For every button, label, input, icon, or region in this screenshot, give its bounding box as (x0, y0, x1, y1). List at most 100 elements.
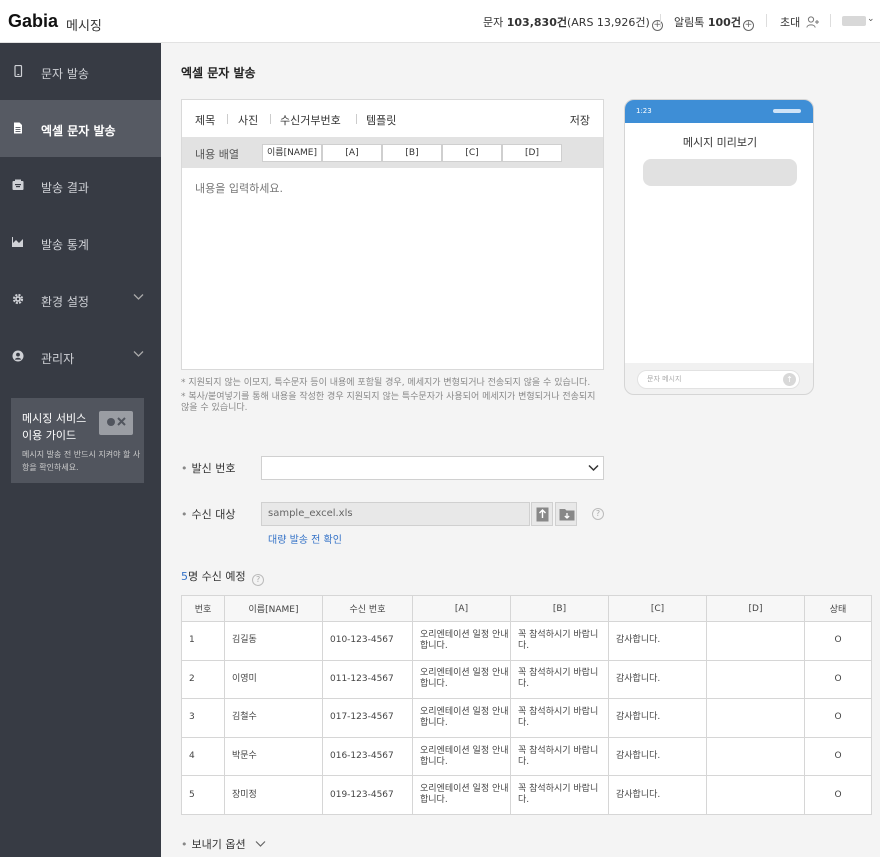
header-divider (830, 14, 831, 27)
sidebar-item-excel-sms[interactable]: 엑셀 문자 발송 (0, 100, 161, 157)
cell-name: 김철수 (224, 698, 323, 738)
cell-number: 2 (181, 659, 225, 700)
user-account-avatar[interactable] (842, 16, 866, 26)
cell-d (706, 775, 805, 815)
sms-charge-plus-icon[interactable]: + (651, 20, 663, 31)
cell-status: O (804, 698, 872, 738)
variable-bar: 내용 배열 이름[NAME] [A] [B] [C] [D] (182, 137, 603, 168)
inbox-icon (12, 179, 24, 190)
recipient-count: 5명 수신 예정 ? (181, 568, 265, 586)
header-divider (766, 14, 767, 27)
alimtalk-count: 100건 (707, 16, 741, 29)
cell-a: 오리엔테이션 일정 안내 합니다. (412, 621, 511, 661)
cell-name: 이영미 (224, 659, 323, 700)
cell-a: 오리엔테이션 일정 안내 합니다. (412, 775, 511, 815)
sms-count: 103,830건 (506, 16, 567, 29)
sidebar-item-label: 문자 발송 (41, 67, 89, 81)
chevron-down-icon (255, 841, 266, 847)
sms-balance: 문자 103,830건(ARS 13,926건) + (483, 14, 663, 31)
send-options-toggle[interactable]: • 보내기 옵션 (181, 836, 266, 852)
table-row: 2 이영미 011-123-4567 오리엔테이션 일정 안내 합니다. 꼭 참… (181, 659, 872, 700)
sidebar-item-send-stats[interactable]: 발송 통계 (0, 214, 161, 271)
cell-a: 오리엔테이션 일정 안내 합니다. (412, 659, 511, 700)
column-header: 이름[NAME] (224, 595, 323, 622)
guide-title: 이용 가이드 (22, 429, 77, 442)
tab-template[interactable]: 템플릿 (366, 112, 396, 128)
cell-name: 김길동 (224, 621, 323, 661)
column-header: 상태 (804, 595, 872, 622)
sidebar-item-send-sms[interactable]: 문자 발송 (0, 43, 161, 100)
tab-divider (356, 114, 357, 124)
upload-icon (536, 507, 549, 522)
save-button[interactable]: 저장 (570, 112, 590, 128)
cell-b: 꼭 참석하시기 바랍니다. (510, 736, 609, 777)
page-title: 엑셀 문자 발송 (181, 66, 256, 80)
alimtalk-label: 알림톡 (674, 16, 705, 29)
cell-b: 꼭 참석하시기 바랍니다. (510, 659, 609, 700)
table-row: 3 김철수 017-123-4567 오리엔테이션 일정 안내 합니다. 꼭 참… (181, 698, 872, 738)
sender-number-select[interactable] (261, 456, 604, 480)
column-header: [D] (706, 595, 805, 622)
column-header: [C] (608, 595, 707, 622)
document-icon (14, 122, 22, 134)
chevron-down-icon (133, 291, 144, 304)
cell-number: 5 (181, 775, 225, 815)
file-download-button[interactable] (555, 502, 577, 526)
phone-input-placeholder: 문자 메시지 (647, 375, 682, 383)
file-upload-button[interactable] (531, 502, 553, 526)
cell-c: 감사합니다. (608, 621, 707, 661)
recipient-file-field[interactable]: sample_excel.xls (261, 502, 530, 526)
bulk-send-check-link[interactable]: 대량 발송 전 확인 (268, 531, 342, 546)
tab-divider (270, 114, 271, 124)
help-question-icon[interactable]: ? (252, 574, 265, 586)
mobile-phone-icon (14, 65, 23, 77)
message-preview-phone: 1:23 메시지 미리보기 문자 메시지 ↑ (624, 99, 814, 395)
sender-number-label: • 발신 번호 (181, 462, 236, 475)
alimtalk-charge-plus-icon[interactable]: + (742, 20, 754, 31)
cell-b: 꼭 참석하시기 바랍니다. (510, 621, 609, 661)
invite-label: 초대 (780, 16, 801, 29)
account-chevron-down-icon[interactable]: ⌄ (867, 14, 875, 24)
recipient-count-text: 명 수신 예정 (188, 570, 246, 583)
sidebar-item-send-results[interactable]: 발송 결과 (0, 157, 161, 214)
message-content-textarea[interactable]: 내용을 입력하세요. (195, 180, 283, 196)
sidebar-item-label: 엑셀 문자 발송 (41, 124, 116, 138)
logo-subtitle: 메시징 (66, 19, 102, 34)
tab-divider (227, 114, 228, 124)
preview-title: 메시지 미리보기 (682, 136, 758, 149)
variable-a-button[interactable]: [A] (322, 144, 382, 162)
table-row: 4 박문수 016-123-4567 오리엔테이션 일정 안내 합니다. 꼭 참… (181, 736, 872, 777)
tab-reject-number[interactable]: 수신거부번호 (280, 112, 341, 128)
cell-phone: 011-123-4567 (322, 659, 413, 700)
folder-download-icon (559, 509, 575, 521)
cell-c: 감사합니다. (608, 775, 707, 815)
cell-name: 박문수 (224, 736, 323, 777)
variable-d-button[interactable]: [D] (502, 144, 562, 162)
bullet: • (181, 838, 188, 851)
header-divider (660, 14, 661, 27)
variable-name-button[interactable]: 이름[NAME] (262, 144, 322, 162)
tab-photo[interactable]: 사진 (238, 112, 258, 128)
recipient-count-number: 5 (181, 570, 188, 583)
warning-note: * 지원되지 않는 이모지, 특수문자 등이 내용에 포함될 경우, 메세지가 … (181, 378, 591, 388)
sidebar-item-settings[interactable]: 환경 설정 (0, 271, 161, 328)
phone-time: 1:23 (636, 107, 652, 115)
invite-button[interactable]: 초대 (780, 14, 820, 30)
variable-c-button[interactable]: [C] (442, 144, 502, 162)
table-header-row: 번호 이름[NAME] 수신 번호 [A] [B] [C] [D] 상태 (181, 595, 872, 622)
sidebar-item-admin[interactable]: 관리자 (0, 328, 161, 385)
user-circle-icon (12, 350, 24, 362)
column-header: 번호 (181, 595, 225, 622)
cell-phone: 010-123-4567 (322, 621, 413, 661)
tab-subject[interactable]: 제목 (195, 112, 215, 128)
help-question-icon[interactable]: ? (592, 508, 604, 520)
battery-signal-icon (773, 109, 801, 113)
recipient-label: • 수신 대상 (181, 508, 236, 521)
column-header: [A] (412, 595, 511, 622)
cell-phone: 016-123-4567 (322, 736, 413, 777)
logo[interactable]: Gabia (8, 11, 58, 32)
variable-b-button[interactable]: [B] (382, 144, 442, 162)
service-guide-banner[interactable]: 메시징 서비스 이용 가이드 메시지 발송 전 반드시 지켜야 할 사항을 확인… (11, 398, 144, 483)
chevron-down-icon (588, 462, 599, 475)
add-user-icon (806, 16, 819, 28)
